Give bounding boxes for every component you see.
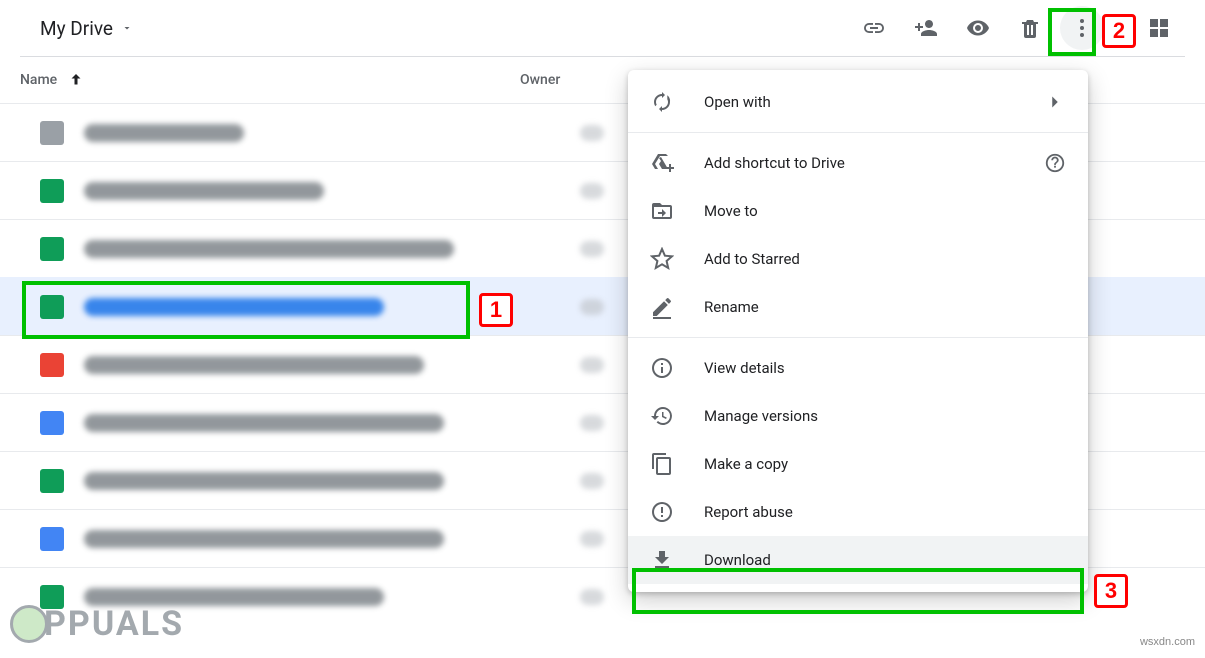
- menu-move-to[interactable]: Move to: [628, 187, 1088, 235]
- download-icon: [650, 548, 674, 572]
- menu-label: Add to Starred: [704, 250, 800, 268]
- grid-view-button[interactable]: [1137, 6, 1181, 50]
- file-name: [84, 124, 244, 142]
- submenu-arrow: [1044, 91, 1066, 113]
- menu-manage-versions[interactable]: Manage versions: [628, 392, 1088, 440]
- menu-open-with[interactable]: Open with: [628, 78, 1088, 126]
- file-type-icon: [40, 527, 64, 551]
- file-name: [84, 472, 444, 490]
- eye-icon: [966, 16, 990, 40]
- file-owner: [580, 531, 604, 547]
- menu-rename[interactable]: Rename: [628, 283, 1088, 331]
- file-owner: [580, 415, 604, 431]
- file-type-icon: [40, 411, 64, 435]
- file-owner: [580, 241, 604, 257]
- person-add-icon: [914, 16, 938, 40]
- menu-label: View details: [704, 359, 785, 377]
- menu-add-shortcut[interactable]: Add shortcut to Drive: [628, 139, 1088, 187]
- file-name: [84, 356, 424, 374]
- column-name-label: Name: [20, 72, 57, 88]
- delete-button[interactable]: [1008, 6, 1052, 50]
- menu-add-star[interactable]: Add to Starred: [628, 235, 1088, 283]
- rename-icon: [650, 295, 674, 319]
- menu-view-details[interactable]: View details: [628, 344, 1088, 392]
- menu-label: Manage versions: [704, 407, 818, 425]
- menu-label: Download: [704, 551, 771, 569]
- header: My Drive: [0, 0, 1205, 56]
- menu-label: Make a copy: [704, 455, 788, 473]
- toolbar: [852, 6, 1181, 50]
- sort-arrow-up-icon: [67, 71, 85, 89]
- menu-make-copy[interactable]: Make a copy: [628, 440, 1088, 488]
- file-name: [84, 240, 454, 258]
- watermark: PPUALS: [10, 604, 184, 644]
- report-icon: [650, 500, 674, 524]
- watermark-mascot-icon: [10, 605, 48, 643]
- link-icon: [862, 16, 886, 40]
- info-icon: [650, 356, 674, 380]
- help-icon[interactable]: [1044, 152, 1066, 174]
- file-name: [84, 182, 324, 200]
- menu-label: Move to: [704, 202, 758, 220]
- copy-icon: [650, 452, 674, 476]
- open-with-icon: [650, 90, 674, 114]
- menu-download[interactable]: Download: [628, 536, 1088, 584]
- source-label: wsxdn.com: [1140, 636, 1195, 648]
- menu-divider: [628, 132, 1088, 133]
- more-actions-button[interactable]: [1060, 6, 1104, 50]
- menu-divider: [628, 337, 1088, 338]
- column-owner-label: Owner: [520, 72, 560, 88]
- chevron-down-icon: [121, 22, 133, 34]
- file-owner: [580, 589, 604, 605]
- menu-label: Open with: [704, 93, 771, 111]
- file-owner: [580, 183, 604, 199]
- move-folder-icon: [650, 199, 674, 223]
- drive-add-icon: [650, 151, 674, 175]
- watermark-text: PPUALS: [44, 604, 184, 644]
- file-type-icon: [40, 469, 64, 493]
- trash-icon: [1018, 16, 1042, 40]
- get-link-button[interactable]: [852, 6, 896, 50]
- file-owner: [580, 357, 604, 373]
- column-owner[interactable]: Owner: [520, 72, 640, 88]
- menu-label: Rename: [704, 298, 759, 316]
- file-owner: [580, 473, 604, 489]
- column-name[interactable]: Name: [20, 71, 520, 89]
- location-dropdown[interactable]: My Drive: [32, 13, 141, 44]
- file-type-icon: [40, 121, 64, 145]
- menu-label: Add shortcut to Drive: [704, 154, 845, 172]
- file-name: [84, 530, 444, 548]
- history-icon: [650, 404, 674, 428]
- grid-icon: [1147, 16, 1171, 40]
- file-type-icon: [40, 353, 64, 377]
- file-owner: [580, 299, 604, 315]
- star-icon: [650, 247, 674, 271]
- preview-button[interactable]: [956, 6, 1000, 50]
- file-type-icon: [40, 237, 64, 261]
- location-label: My Drive: [40, 17, 113, 40]
- toolbar-divider: [1120, 14, 1121, 42]
- menu-report-abuse[interactable]: Report abuse: [628, 488, 1088, 536]
- menu-label: Report abuse: [704, 503, 793, 521]
- context-menu: Open with Add shortcut to Drive Move to …: [628, 70, 1088, 592]
- file-name: [84, 298, 384, 316]
- file-owner: [580, 125, 604, 141]
- more-vert-icon: [1070, 16, 1094, 40]
- file-name: [84, 588, 384, 606]
- file-type-icon: [40, 295, 64, 319]
- file-type-icon: [40, 179, 64, 203]
- share-button[interactable]: [904, 6, 948, 50]
- file-name: [84, 414, 444, 432]
